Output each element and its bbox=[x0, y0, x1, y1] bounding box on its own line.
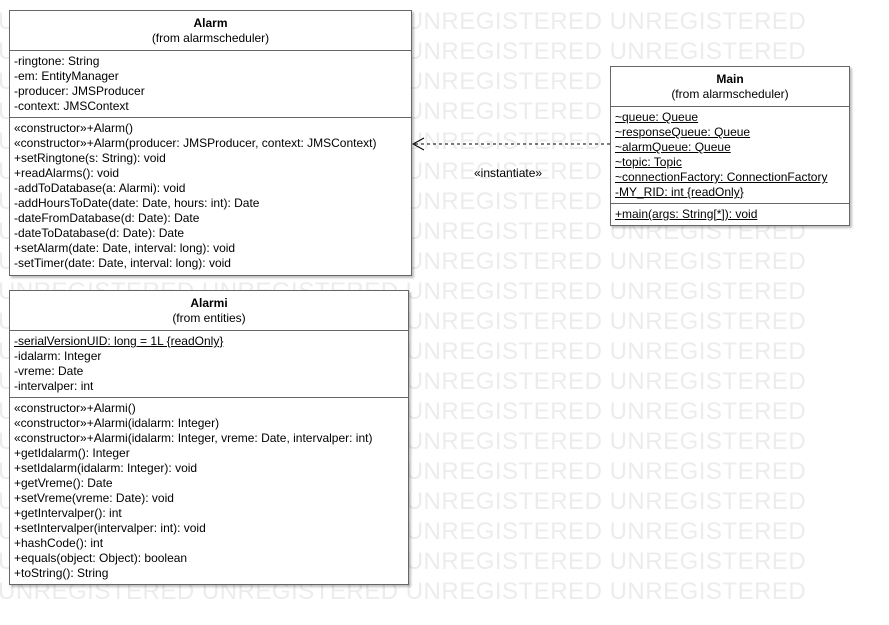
operation: «constructor»+Alarmi(idalarm: Integer) bbox=[14, 416, 220, 430]
static-attribute: ~topic: Topic bbox=[615, 155, 682, 169]
operation: «constructor»+Alarm() bbox=[14, 121, 134, 135]
operation: +hashCode(): int bbox=[14, 536, 104, 550]
class-main[interactable]: Main (from alarmscheduler) ~queue: Queue… bbox=[610, 66, 850, 226]
attribute: -em: EntityManager bbox=[14, 69, 119, 83]
static-attribute: -serialVersionUID: long = 1L {readOnly} bbox=[14, 334, 224, 348]
operation: -dateToDatabase(d: Date): Date bbox=[14, 226, 185, 240]
operation: +getIntervalper(): int bbox=[14, 506, 122, 520]
static-attribute: ~queue: Queue bbox=[615, 110, 699, 124]
operation: +setAlarm(date: Date, interval: long): v… bbox=[14, 241, 236, 255]
class-name: Main bbox=[716, 72, 744, 86]
class-name: Alarm bbox=[193, 16, 228, 30]
attribute: -context: JMSContext bbox=[14, 99, 129, 113]
class-alarmi[interactable]: Alarmi (from entities) -serialVersionUID… bbox=[9, 290, 409, 585]
operation: -setTimer(date: Date, interval: long): v… bbox=[14, 256, 231, 270]
operation: +setIdalarm(idalarm: Integer): void bbox=[14, 461, 198, 475]
operation: +setIntervalper(intervalper: int): void bbox=[14, 521, 206, 535]
operation: +getVreme(): Date bbox=[14, 476, 113, 490]
operation: +getIdalarm(): Integer bbox=[14, 446, 130, 460]
operation: «constructor»+Alarm(producer: JMSProduce… bbox=[14, 136, 377, 150]
attributes-compartment: -serialVersionUID: long = 1L {readOnly} … bbox=[10, 331, 408, 397]
operation: -addHoursToDate(date: Date, hours: int):… bbox=[14, 196, 260, 210]
attribute: -idalarm: Integer bbox=[14, 349, 102, 363]
class-header: Alarm (from alarmscheduler) bbox=[10, 11, 411, 51]
class-package: (from alarmscheduler) bbox=[671, 87, 789, 101]
attributes-compartment: -ringtone: String -em: EntityManager -pr… bbox=[10, 51, 411, 117]
operations-compartment: +main(args: String[*]): void bbox=[611, 203, 849, 225]
attribute: -intervalper: int bbox=[14, 379, 94, 393]
operation: «constructor»+Alarmi() bbox=[14, 401, 136, 415]
operation: +setVreme(vreme: Date): void bbox=[14, 491, 174, 505]
class-header: Main (from alarmscheduler) bbox=[611, 67, 849, 107]
class-package: (from entities) bbox=[172, 311, 246, 325]
operation: +equals(object: Object): boolean bbox=[14, 551, 188, 565]
attribute: -vreme: Date bbox=[14, 364, 84, 378]
operation: «constructor»+Alarmi(idalarm: Integer, v… bbox=[14, 431, 373, 445]
class-alarm[interactable]: Alarm (from alarmscheduler) -ringtone: S… bbox=[9, 10, 412, 276]
attribute: -producer: JMSProducer bbox=[14, 84, 145, 98]
operation: +readAlarms(): void bbox=[14, 166, 120, 180]
operations-compartment: «constructor»+Alarmi() «constructor»+Ala… bbox=[10, 397, 408, 584]
static-operation: +main(args: String[*]): void bbox=[615, 207, 758, 221]
attribute: -ringtone: String bbox=[14, 54, 100, 68]
operation: -dateFromDatabase(d: Date): Date bbox=[14, 211, 200, 225]
operation: +toString(): String bbox=[14, 566, 109, 580]
class-header: Alarmi (from entities) bbox=[10, 291, 408, 331]
attributes-compartment: ~queue: Queue ~responseQueue: Queue ~ala… bbox=[611, 107, 849, 203]
operation: +setRingtone(s: String): void bbox=[14, 151, 166, 165]
operations-compartment: «constructor»+Alarm() «constructor»+Alar… bbox=[10, 117, 411, 274]
instantiate-stereotype-label: «instantiate» bbox=[474, 166, 543, 180]
class-name: Alarmi bbox=[190, 296, 228, 310]
operation: -addToDatabase(a: Alarmi): void bbox=[14, 181, 186, 195]
static-attribute: -MY_RID: int {readOnly} bbox=[615, 185, 744, 199]
static-attribute: ~connectionFactory: ConnectionFactory bbox=[615, 170, 828, 184]
static-attribute: ~alarmQueue: Queue bbox=[615, 140, 731, 154]
class-package: (from alarmscheduler) bbox=[151, 31, 270, 45]
static-attribute: ~responseQueue: Queue bbox=[615, 125, 751, 139]
